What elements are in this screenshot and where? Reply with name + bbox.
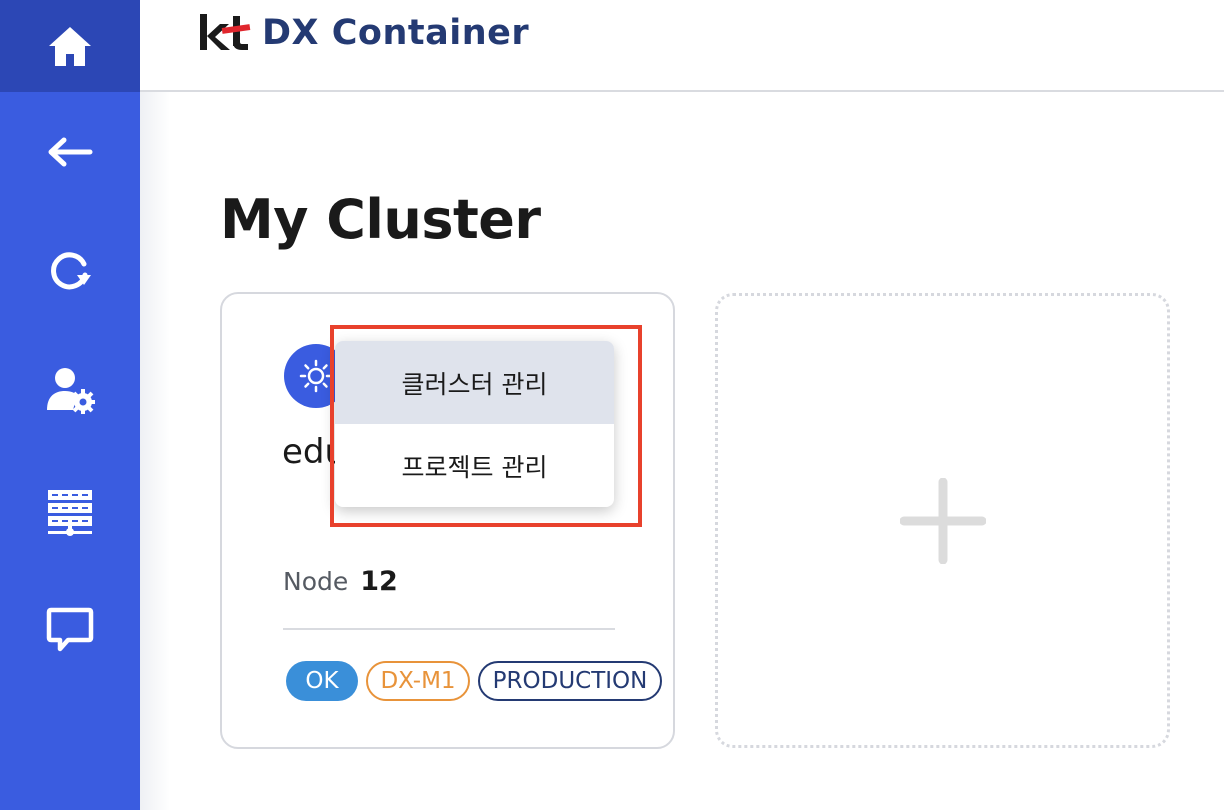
sidebar-item-back[interactable]: [0, 112, 140, 192]
node-count: 12: [360, 566, 398, 597]
kt-logo-icon: [200, 14, 251, 50]
node-label: Node: [283, 567, 349, 596]
header: DX Container: [140, 0, 1224, 92]
card-divider: [283, 628, 615, 630]
cluster-tags: OK DX-M1 PRODUCTION: [286, 661, 662, 701]
sidebar: [0, 0, 140, 810]
region-badge: DX-M1: [366, 661, 470, 701]
sidebar-item-refresh[interactable]: [0, 230, 140, 310]
add-cluster-button[interactable]: [715, 293, 1170, 748]
chat-icon: [46, 607, 94, 652]
refresh-icon: [51, 252, 91, 290]
sidebar-item-servers[interactable]: [0, 472, 140, 552]
menu-item-project-manage[interactable]: 프로젝트 관리: [335, 424, 614, 507]
home-icon: [49, 27, 91, 66]
settings-sun-icon: [299, 359, 333, 393]
environment-badge: PRODUCTION: [478, 661, 662, 701]
status-badge: OK: [286, 661, 358, 701]
page-title: My Cluster: [220, 188, 541, 251]
cluster-context-menu: 클러스터 관리 프로젝트 관리: [335, 341, 614, 507]
menu-item-cluster-manage[interactable]: 클러스터 관리: [335, 341, 614, 424]
server-icon: [48, 490, 92, 536]
back-arrow-icon: [48, 137, 93, 167]
app-title: DX Container: [262, 13, 530, 53]
user-settings-icon: [47, 368, 95, 414]
logo[interactable]: DX Container: [198, 8, 529, 58]
sidebar-item-home[interactable]: [0, 0, 140, 92]
sidebar-item-user-settings[interactable]: [0, 350, 140, 430]
sidebar-item-chat[interactable]: [0, 590, 140, 670]
plus-icon: [899, 477, 986, 564]
node-info: Node 12: [283, 566, 398, 597]
